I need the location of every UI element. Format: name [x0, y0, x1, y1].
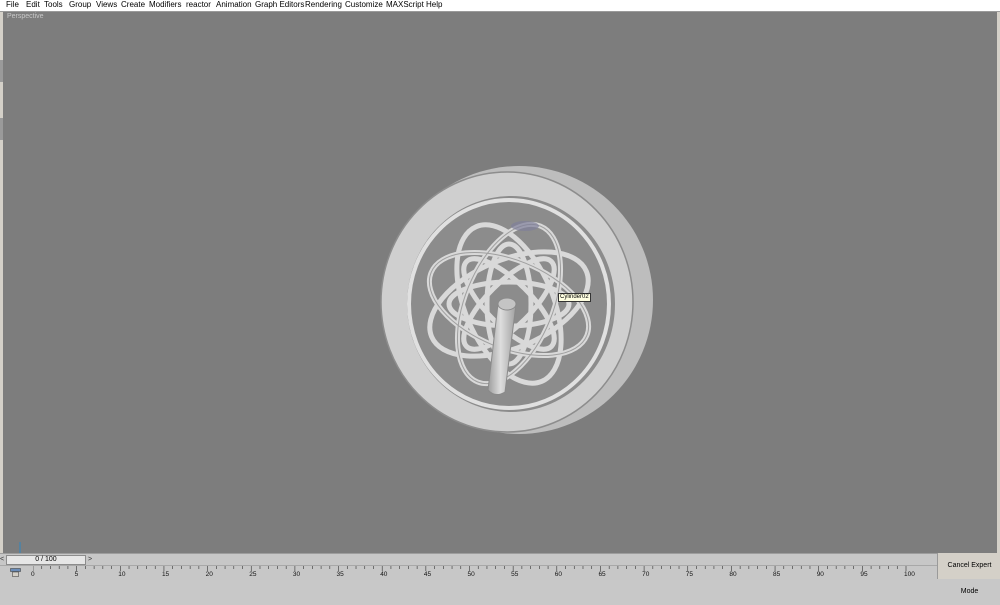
ruler-tick-label: 15 [161, 571, 170, 578]
menu-graph-editors[interactable]: Graph Editors [255, 0, 304, 11]
menu-tools[interactable]: Tools [44, 0, 63, 11]
ruler-tick-label: 80 [729, 571, 737, 578]
cancel-expert-mode-button[interactable]: Cancel Expert Mode [937, 553, 1000, 595]
ruler-tick-label: 75 [685, 571, 693, 578]
ruler-tick-label: 35 [336, 571, 344, 578]
ruler-tick-label: 5 [74, 571, 79, 578]
curve-editor-icon[interactable] [10, 568, 21, 577]
ruler-tick-label: 100 [904, 571, 915, 578]
ruler-tick-label: 55 [511, 571, 519, 578]
ruler-tick-label: 70 [642, 571, 650, 578]
menu-edit[interactable]: Edit [26, 0, 40, 11]
menu-modifiers[interactable]: Modifiers [149, 0, 181, 11]
menu-rendering[interactable]: Rendering [305, 0, 342, 11]
menu-bar: File Edit Tools Group Views Create Modif… [0, 0, 1000, 12]
ruler-tick-label: 25 [249, 571, 257, 578]
ruler-tick-label: 45 [423, 571, 432, 578]
ruler-tick-label: 60 [554, 571, 563, 578]
menu-file[interactable]: File [6, 0, 19, 11]
time-slider-next[interactable]: > [88, 556, 92, 564]
ruler-tick-label: 95 [860, 571, 868, 578]
time-slider-thumb[interactable]: 0 / 100 [6, 555, 86, 565]
specular-highlight [511, 221, 539, 231]
ruler-tick-label: 65 [598, 571, 606, 578]
time-slider-prev[interactable]: < [0, 556, 4, 564]
track-bar[interactable]: 0 5 10 15 20 25 30 35 40 45 50 55 60 65 70 75 80 85 90 95 10… [0, 565, 937, 580]
ruler-tick-label: 0 [31, 571, 35, 578]
ruler-tick-label: 20 [205, 571, 213, 578]
wheel-model[interactable] [3, 12, 997, 553]
ruler-tick-label: 10 [118, 571, 126, 578]
menu-customize[interactable]: Customize [345, 0, 383, 11]
ruler-tick-label: 85 [773, 571, 781, 578]
ruler-tick-label: 30 [292, 571, 301, 578]
menu-group[interactable]: Group [69, 0, 91, 11]
time-slider[interactable]: < 0 / 100 > [0, 553, 937, 565]
menu-help[interactable]: Help [426, 0, 442, 11]
menu-views[interactable]: Views [96, 0, 117, 11]
menu-maxscript[interactable]: MAXScript [386, 0, 424, 11]
perspective-viewport[interactable]: Perspective Cylinder02 [3, 12, 997, 553]
object-tooltip: Cylinder02 [558, 293, 591, 302]
menu-animation[interactable]: Animation [216, 0, 252, 11]
menu-create[interactable]: Create [121, 0, 145, 11]
ruler-tick-label: 90 [816, 571, 824, 578]
shaft-cap [497, 297, 517, 311]
ruler-tick-label: 40 [380, 571, 388, 578]
menu-reactor[interactable]: reactor [186, 0, 211, 11]
axis-gizmo-icon [19, 542, 21, 553]
ruler-tick-label: 50 [467, 571, 475, 578]
